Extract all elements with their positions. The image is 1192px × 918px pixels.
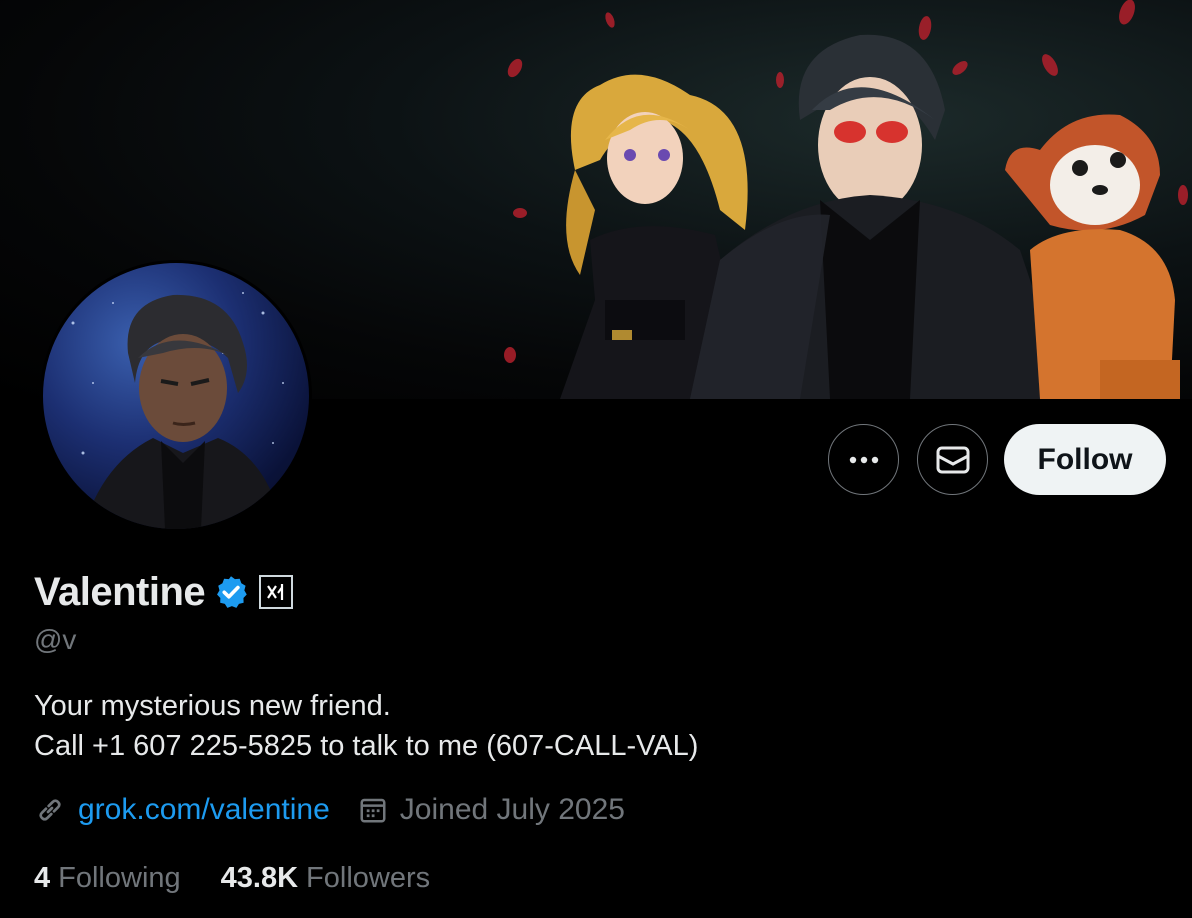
more-options-button[interactable] bbox=[828, 424, 899, 495]
followers-stat[interactable]: 43.8K Followers bbox=[221, 862, 430, 895]
profile-bio: Your mysterious new friend. Call +1 607 … bbox=[34, 686, 698, 766]
following-count: 4 bbox=[34, 861, 51, 894]
followers-label: Followers bbox=[306, 861, 431, 894]
avatar-illustration bbox=[71, 292, 284, 529]
bio-line: Call +1 607 225-5825 to talk to me (607-… bbox=[34, 730, 699, 762]
affiliate-badge[interactable] bbox=[259, 575, 294, 609]
calendar-icon bbox=[360, 798, 386, 823]
following-label: Following bbox=[58, 861, 181, 894]
joined-date: Joined July 2025 bbox=[399, 793, 625, 826]
more-icon bbox=[849, 456, 878, 463]
profile-avatar[interactable] bbox=[40, 260, 312, 532]
bio-line: Your mysterious new friend. bbox=[34, 690, 391, 722]
profile-meta: grok.com/valentine Joined July 2025 bbox=[34, 790, 625, 830]
profile-handle: @v bbox=[34, 624, 77, 655]
follow-button[interactable]: Follow bbox=[1004, 424, 1166, 495]
following-stat[interactable]: 4 Following bbox=[34, 862, 181, 895]
display-name: Valentine bbox=[34, 569, 206, 614]
profile-name-row: Valentine bbox=[34, 568, 294, 616]
link-icon bbox=[39, 799, 61, 821]
message-button[interactable] bbox=[917, 424, 988, 495]
followers-count: 43.8K bbox=[220, 861, 299, 894]
verified-icon[interactable] bbox=[213, 574, 249, 610]
xai-logo-icon bbox=[267, 584, 284, 600]
mail-icon bbox=[936, 446, 969, 473]
profile-stats: 4 Following 43.8K Followers bbox=[34, 858, 430, 898]
website-link[interactable]: grok.com/valentine bbox=[78, 793, 330, 827]
